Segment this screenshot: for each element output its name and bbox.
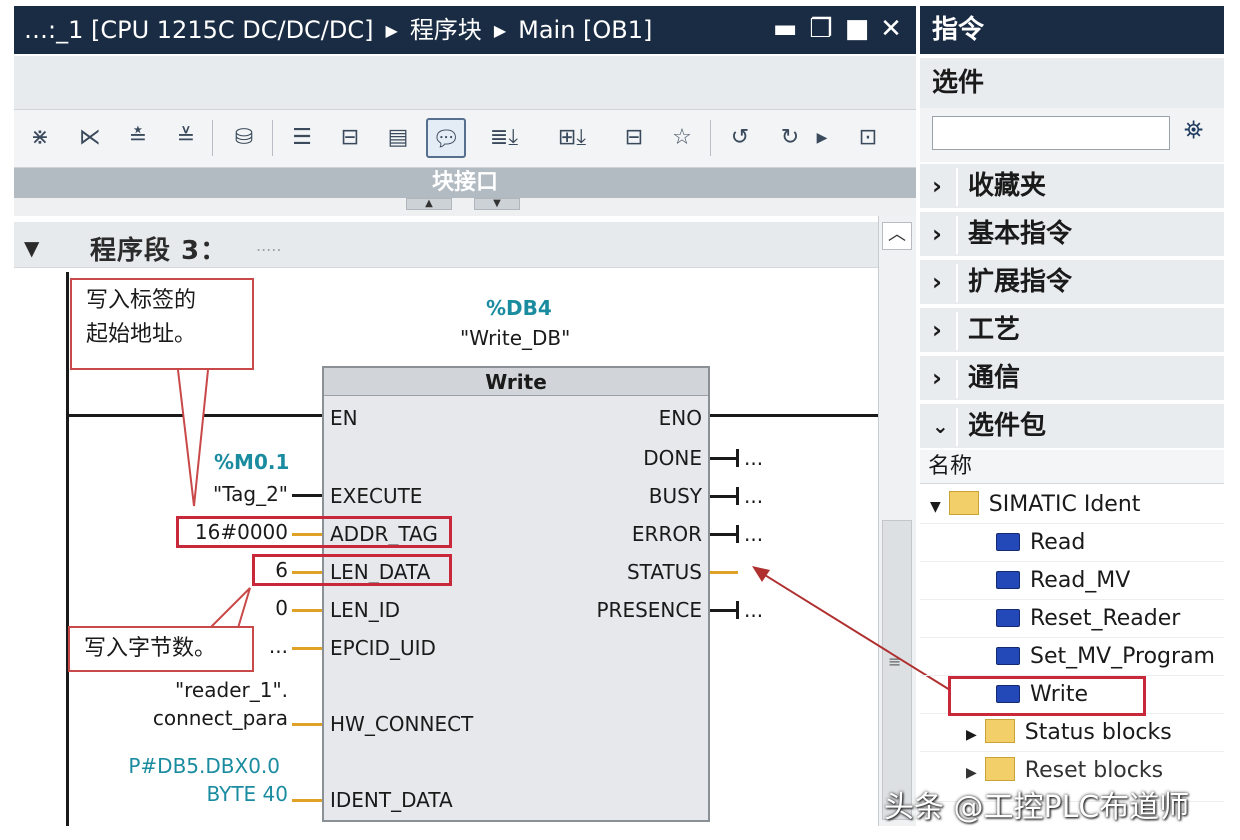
write-item-highlight	[948, 676, 1146, 716]
chevron-right-icon: ›	[932, 268, 942, 296]
category-divider	[956, 216, 958, 254]
chevron-right-icon: ›	[932, 172, 942, 200]
callout-addr-line1: 写入标签的	[86, 288, 197, 313]
category-divider	[956, 360, 958, 398]
instruction-search-input[interactable]	[932, 116, 1170, 150]
folder-label: Reset blocks	[1024, 758, 1164, 783]
category-label: 通信	[968, 363, 1021, 393]
callout-byte-count: 写入字节数。	[68, 626, 254, 672]
instructions-panel-title: 指令	[920, 6, 1224, 54]
expand-right-icon[interactable]: ▶	[966, 727, 977, 743]
watermark-text: 头条 @工控PLC布道师	[884, 790, 1190, 825]
drag-arrow-head	[752, 566, 770, 582]
callout-len-pointer	[209, 587, 251, 629]
category-divider	[956, 408, 958, 446]
folder-icon	[984, 757, 1015, 781]
options-section-title[interactable]: 选件	[920, 58, 1224, 108]
expand-right-icon[interactable]: ▶	[966, 765, 977, 781]
tree-item-read[interactable]: Read	[920, 524, 1224, 562]
chevron-down-icon: ⌄	[932, 414, 949, 438]
tree-item-set-mv-program[interactable]: Set_MV_Program	[920, 638, 1224, 676]
name-column-header[interactable]: 名称	[920, 450, 1224, 484]
function-block-icon	[996, 571, 1020, 589]
folder-label: Status blocks	[1024, 720, 1172, 745]
category-option-packages[interactable]: ⌄ 选件包	[920, 402, 1224, 448]
tree-item-label: Read	[1030, 530, 1086, 555]
callout-addr-pointer	[177, 369, 209, 507]
category-label: 选件包	[968, 411, 1047, 441]
callout-len-text: 写入字节数。	[84, 636, 217, 661]
category-label: 扩展指令	[968, 267, 1073, 297]
folder-icon	[948, 491, 979, 515]
category-communication[interactable]: › 通信	[920, 354, 1224, 400]
callout-start-address: 写入标签的 起始地址。	[70, 278, 254, 370]
folder-icon	[984, 719, 1015, 743]
folder-label: SIMATIC Ident	[988, 492, 1141, 517]
category-favorites[interactable]: › 收藏夹	[920, 162, 1224, 208]
category-basic[interactable]: › 基本指令	[920, 210, 1224, 256]
category-label: 工艺	[968, 315, 1021, 345]
category-divider	[956, 312, 958, 350]
category-label: 基本指令	[968, 219, 1073, 249]
tree-item-label: Set_MV_Program	[1030, 644, 1215, 669]
category-divider	[956, 168, 958, 206]
category-technology[interactable]: › 工艺	[920, 306, 1224, 352]
tree-item-read-mv[interactable]: Read_MV	[920, 562, 1224, 600]
function-block-icon	[996, 533, 1020, 551]
function-block-icon	[996, 647, 1020, 665]
chevron-right-icon: ›	[932, 220, 942, 248]
chevron-right-icon: ›	[932, 364, 942, 392]
category-label: 收藏夹	[968, 171, 1047, 201]
category-divider	[956, 264, 958, 302]
search-binoculars-icon[interactable]: ⛯	[1184, 116, 1203, 144]
expand-down-icon[interactable]: ▼	[930, 499, 941, 515]
tree-item-label: Read_MV	[1030, 568, 1131, 593]
tree-item-label: Reset_Reader	[1030, 606, 1181, 631]
function-block-icon	[996, 609, 1020, 627]
tree-folder-status-blocks[interactable]: ▶ Status blocks	[920, 714, 1224, 752]
tree-item-reset-reader[interactable]: Reset_Reader	[920, 600, 1224, 638]
category-extended[interactable]: › 扩展指令	[920, 258, 1224, 304]
tree-folder-simatic-ident[interactable]: ▼ SIMATIC Ident	[920, 486, 1224, 524]
chevron-right-icon: ›	[932, 316, 942, 344]
callout-addr-line2: 起始地址。	[86, 322, 197, 347]
